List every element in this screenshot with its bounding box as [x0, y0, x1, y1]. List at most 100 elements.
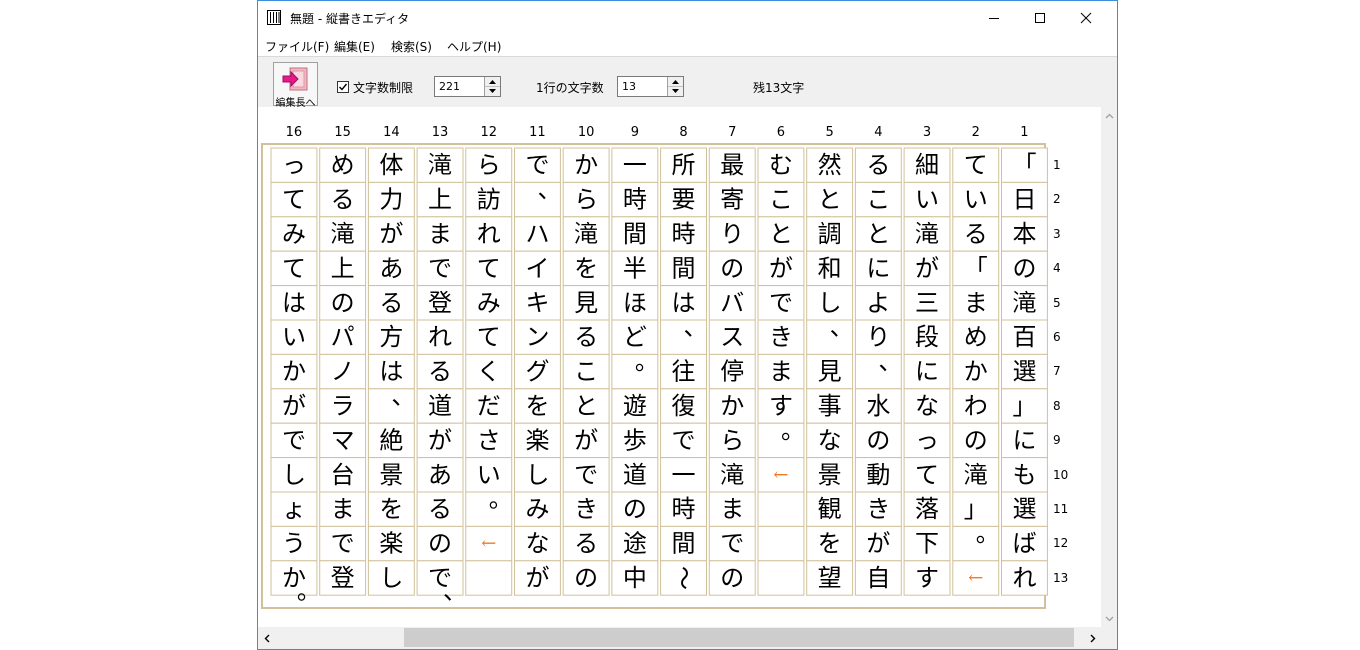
- manuscript-grid[interactable]: 「日本の滝百選」にも選ばれている「まめかわの滝」。←細い滝が三段になって落下する…: [258, 107, 1101, 627]
- manuscript-paper[interactable]: 「日本の滝百選」にも選ばれている「まめかわの滝」。 ← 細い滝が三段になって落下する…: [258, 107, 1101, 627]
- manuscript-char: を: [818, 530, 842, 558]
- manuscript-char: 間: [672, 254, 696, 282]
- manuscript-char: の: [428, 530, 452, 558]
- scroll-up-button[interactable]: [1101, 107, 1117, 124]
- column-number: 10: [577, 125, 595, 140]
- manuscript-char: と: [574, 392, 598, 420]
- column-number: 6: [776, 125, 786, 140]
- menu-search[interactable]: 検索(S): [391, 38, 432, 55]
- manuscript-char: 往: [672, 358, 696, 386]
- manuscript-char: 「: [1012, 151, 1036, 179]
- row-number: 8: [1053, 398, 1061, 413]
- grid-cell[interactable]: [757, 525, 805, 562]
- scroll-left-button[interactable]: [258, 627, 275, 649]
- manuscript-char: ま: [769, 358, 793, 386]
- manuscript-char: れ: [1012, 564, 1036, 592]
- column-number: 7: [728, 125, 737, 140]
- manuscript-char: ス: [720, 323, 744, 351]
- horizontal-scrollbar[interactable]: [258, 627, 1101, 649]
- manuscript-char: 、: [684, 313, 708, 341]
- manuscript-char: が: [866, 530, 890, 558]
- vertical-scrollbar[interactable]: [1101, 107, 1117, 627]
- book-icon: [267, 10, 281, 25]
- grid-cell[interactable]: [757, 560, 805, 596]
- manuscript-char: 観: [818, 495, 842, 523]
- char-limit-down-button[interactable]: [485, 86, 500, 95]
- manuscript-char: 景: [379, 461, 403, 489]
- manuscript-char: め: [331, 151, 355, 179]
- column-number: 5: [825, 125, 834, 140]
- manuscript-char: も: [1012, 461, 1036, 489]
- manuscript-char: イ: [525, 254, 549, 282]
- manuscript-char: れ: [477, 220, 501, 248]
- char-limit-spin-buttons: [484, 77, 500, 96]
- manuscript-char: キ: [525, 289, 549, 317]
- manuscript-char: 一: [672, 461, 696, 489]
- manuscript-char: な: [818, 426, 842, 454]
- scroll-down-button[interactable]: [1101, 610, 1117, 627]
- manuscript-char: る: [379, 289, 403, 317]
- manuscript-char: 滝: [964, 461, 988, 489]
- maximize-button[interactable]: [1017, 1, 1063, 34]
- chars-per-line-down-button[interactable]: [668, 86, 683, 95]
- manuscript-char: か: [574, 151, 598, 179]
- chars-per-line-spin-buttons: [667, 77, 683, 96]
- chars-per-line-spinner[interactable]: 13: [617, 76, 684, 97]
- arrow-up-icon: [672, 79, 679, 84]
- manuscript-char: と: [866, 220, 890, 248]
- char-limit-spinner[interactable]: 221: [434, 76, 501, 97]
- manuscript-char: い: [964, 186, 988, 214]
- return-mark: ←: [968, 568, 983, 589]
- manuscript-char: 望: [818, 564, 842, 592]
- manuscript-char: 楽: [525, 426, 549, 454]
- char-limit-value[interactable]: 221: [439, 80, 460, 93]
- manuscript-char: わ: [964, 392, 988, 420]
- menu-edit[interactable]: 編集(E): [334, 38, 375, 55]
- manuscript-char: 寄: [720, 186, 744, 214]
- manuscript-char: 動: [866, 461, 890, 489]
- manuscript-char: 。: [297, 577, 321, 605]
- manuscript-char: る: [331, 186, 355, 214]
- checkmark-icon: [339, 83, 348, 91]
- chars-per-line-value[interactable]: 13: [622, 80, 636, 93]
- manuscript-char: 登: [428, 289, 452, 317]
- manuscript-char: 」: [1012, 392, 1036, 420]
- close-button[interactable]: [1063, 1, 1109, 34]
- manuscript-char: 下: [915, 530, 939, 558]
- edit-button[interactable]: 編集長へ: [273, 62, 318, 109]
- scroll-right-button[interactable]: [1084, 627, 1101, 649]
- horizontal-scroll-thumb[interactable]: [404, 628, 1074, 647]
- manuscript-char: い: [915, 186, 939, 214]
- column-number: 11: [529, 125, 546, 140]
- manuscript-char: が: [574, 426, 598, 454]
- manuscript-char: さ: [477, 426, 501, 454]
- menu-help[interactable]: ヘルプ(H): [447, 38, 501, 55]
- manuscript-char: る: [964, 220, 988, 248]
- manuscript-char: の: [574, 564, 598, 592]
- manuscript-char: で: [428, 254, 452, 282]
- manuscript-char: 楽: [379, 530, 403, 558]
- manuscript-char: 登: [331, 564, 355, 592]
- manuscript-char: て: [477, 254, 501, 282]
- scrollbar-corner: [1101, 627, 1117, 649]
- manuscript-char: ほ: [623, 289, 647, 317]
- manuscript-char: が: [769, 254, 793, 282]
- manuscript-char: 停: [720, 358, 744, 386]
- manuscript-char: が: [379, 220, 403, 248]
- manuscript-char: の: [720, 564, 744, 592]
- chars-per-line-label: 1行の文字数: [536, 81, 604, 95]
- manuscript-char: で: [720, 530, 744, 558]
- menu-file[interactable]: ファイル(F): [265, 38, 329, 55]
- manuscript-char: し: [525, 461, 549, 489]
- manuscript-char: 事: [818, 392, 842, 420]
- minimize-button[interactable]: [971, 1, 1017, 34]
- manuscript-char: 途: [623, 530, 647, 558]
- row-number: 6: [1053, 330, 1061, 344]
- column-number: 8: [679, 125, 688, 140]
- char-limit-checkbox[interactable]: [337, 81, 349, 93]
- manuscript-char: て: [282, 186, 306, 214]
- grid-cell[interactable]: [757, 491, 805, 527]
- manuscript-char: 本: [1012, 220, 1036, 248]
- grid-cell[interactable]: [465, 560, 513, 596]
- manuscript-char: 「: [964, 254, 988, 282]
